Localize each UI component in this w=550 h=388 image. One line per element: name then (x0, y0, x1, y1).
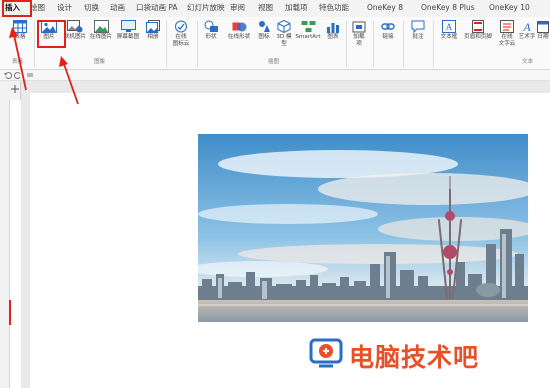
date-button[interactable]: 日期 (536, 20, 550, 41)
album-icon (146, 20, 160, 33)
link-label: 链接 (382, 34, 394, 40)
header-footer-label: 页眉和页脚 (464, 34, 492, 40)
group-label-text: 文本 (522, 59, 534, 65)
thumbnail-selection-marker (9, 300, 11, 325)
smartart-button[interactable]: SmartArt (294, 20, 322, 41)
word-cloud-button[interactable]: 在线 文字云 (496, 20, 518, 48)
svg-text:A: A (522, 20, 531, 33)
wordart-icon: A (522, 20, 531, 33)
header-footer-button[interactable]: 页眉和页脚 (461, 20, 495, 41)
tab-addins[interactable]: 加载项 (285, 2, 308, 13)
comment-label: 批注 (412, 34, 424, 40)
3d-model-label: 3D 模 (276, 34, 292, 40)
watermark-text: 电脑技术吧 (349, 343, 480, 372)
comment-icon (411, 20, 425, 33)
skyline-image (198, 134, 528, 322)
addin-label: 加载 (353, 34, 365, 40)
smartart-label: SmartArt (295, 34, 321, 40)
group-divider (197, 21, 198, 67)
word-cloud-label-2: 文字云 (498, 41, 516, 47)
shapes-button[interactable]: 形状 (201, 20, 221, 41)
addin-button[interactable]: 加载 项 (350, 20, 368, 48)
word-cloud-icon (500, 20, 514, 33)
tab-review[interactable]: 审阅 (230, 2, 245, 13)
addin-label-2: 项 (356, 41, 362, 47)
group-divider (373, 21, 374, 67)
online-shapes-label: 在线形状 (227, 34, 251, 40)
icons-button[interactable]: 图标 (256, 20, 272, 41)
shapes-icon (204, 20, 218, 32)
slide-thumbnail[interactable] (9, 100, 21, 388)
textbox-label: 文本框 (440, 34, 458, 40)
group-divider (403, 21, 404, 67)
arrow-head-icon (9, 27, 18, 38)
slide-photo-skyline[interactable] (198, 134, 528, 322)
album-button[interactable]: 相册 (144, 20, 162, 41)
chart-label: 图表 (327, 34, 339, 40)
3d-model-label-2: 型 (281, 41, 287, 47)
album-label: 相册 (147, 34, 159, 40)
comment-button[interactable]: 批注 (409, 20, 427, 41)
group-divider (166, 21, 167, 67)
watermark-logo-icon (309, 338, 343, 368)
icon-cloud-label: 在线 (175, 34, 187, 40)
word-cloud-label: 在线 (501, 34, 513, 40)
tab-onekey8[interactable]: OneKey 8 (367, 2, 403, 13)
link-icon (381, 23, 395, 30)
header-footer-icon (472, 20, 484, 33)
icons-label: 图标 (258, 34, 270, 40)
smartart-icon (301, 21, 315, 32)
icons-icon (259, 21, 270, 32)
arrow-head-icon (59, 56, 68, 67)
icon-cloud-label-2: 图标云 (172, 41, 190, 47)
screenshot-icon (120, 20, 136, 32)
svg-text:A: A (446, 22, 453, 32)
link-button[interactable]: 链接 (379, 20, 397, 41)
date-label: 日期 (537, 34, 549, 40)
textbox-icon: A (442, 20, 456, 33)
group-label-illustrations: 插图 (268, 59, 280, 65)
tab-features[interactable]: 特色功能 (319, 2, 349, 13)
tab-view[interactable]: 视图 (258, 2, 273, 13)
tab-onekey8plus[interactable]: OneKey 8 Plus (421, 2, 475, 13)
group-divider (346, 21, 347, 67)
icon-cloud-button[interactable]: 在线 图标云 (170, 20, 192, 48)
chart-icon (327, 23, 339, 33)
date-icon (537, 21, 549, 33)
annotation-arrows (9, 27, 79, 105)
addin-icon (352, 21, 366, 33)
3d-model-icon (277, 20, 291, 33)
group-divider (433, 21, 434, 67)
tab-onekey10[interactable]: OneKey 10 (489, 2, 530, 13)
wordart-label: 艺术字 (518, 34, 536, 40)
online-shapes-button[interactable]: 在线形状 (224, 20, 254, 41)
arrow-to-picture-button (63, 63, 79, 105)
shapes-label: 形状 (205, 34, 217, 40)
arrow-to-insert-tab (13, 34, 27, 91)
icon-cloud-icon (175, 20, 187, 33)
online-shapes-icon (232, 22, 246, 32)
tab-pocket-animation[interactable]: 口袋动画 PA (136, 2, 178, 13)
wordart-button[interactable]: A 艺术字 (518, 20, 536, 41)
3d-model-button[interactable]: 3D 模 型 (274, 20, 294, 48)
textbox-button[interactable]: A 文本框 (437, 20, 461, 41)
tab-slideshow[interactable]: 幻灯片放映 (187, 2, 225, 13)
chart-button[interactable]: 图表 (324, 20, 342, 41)
